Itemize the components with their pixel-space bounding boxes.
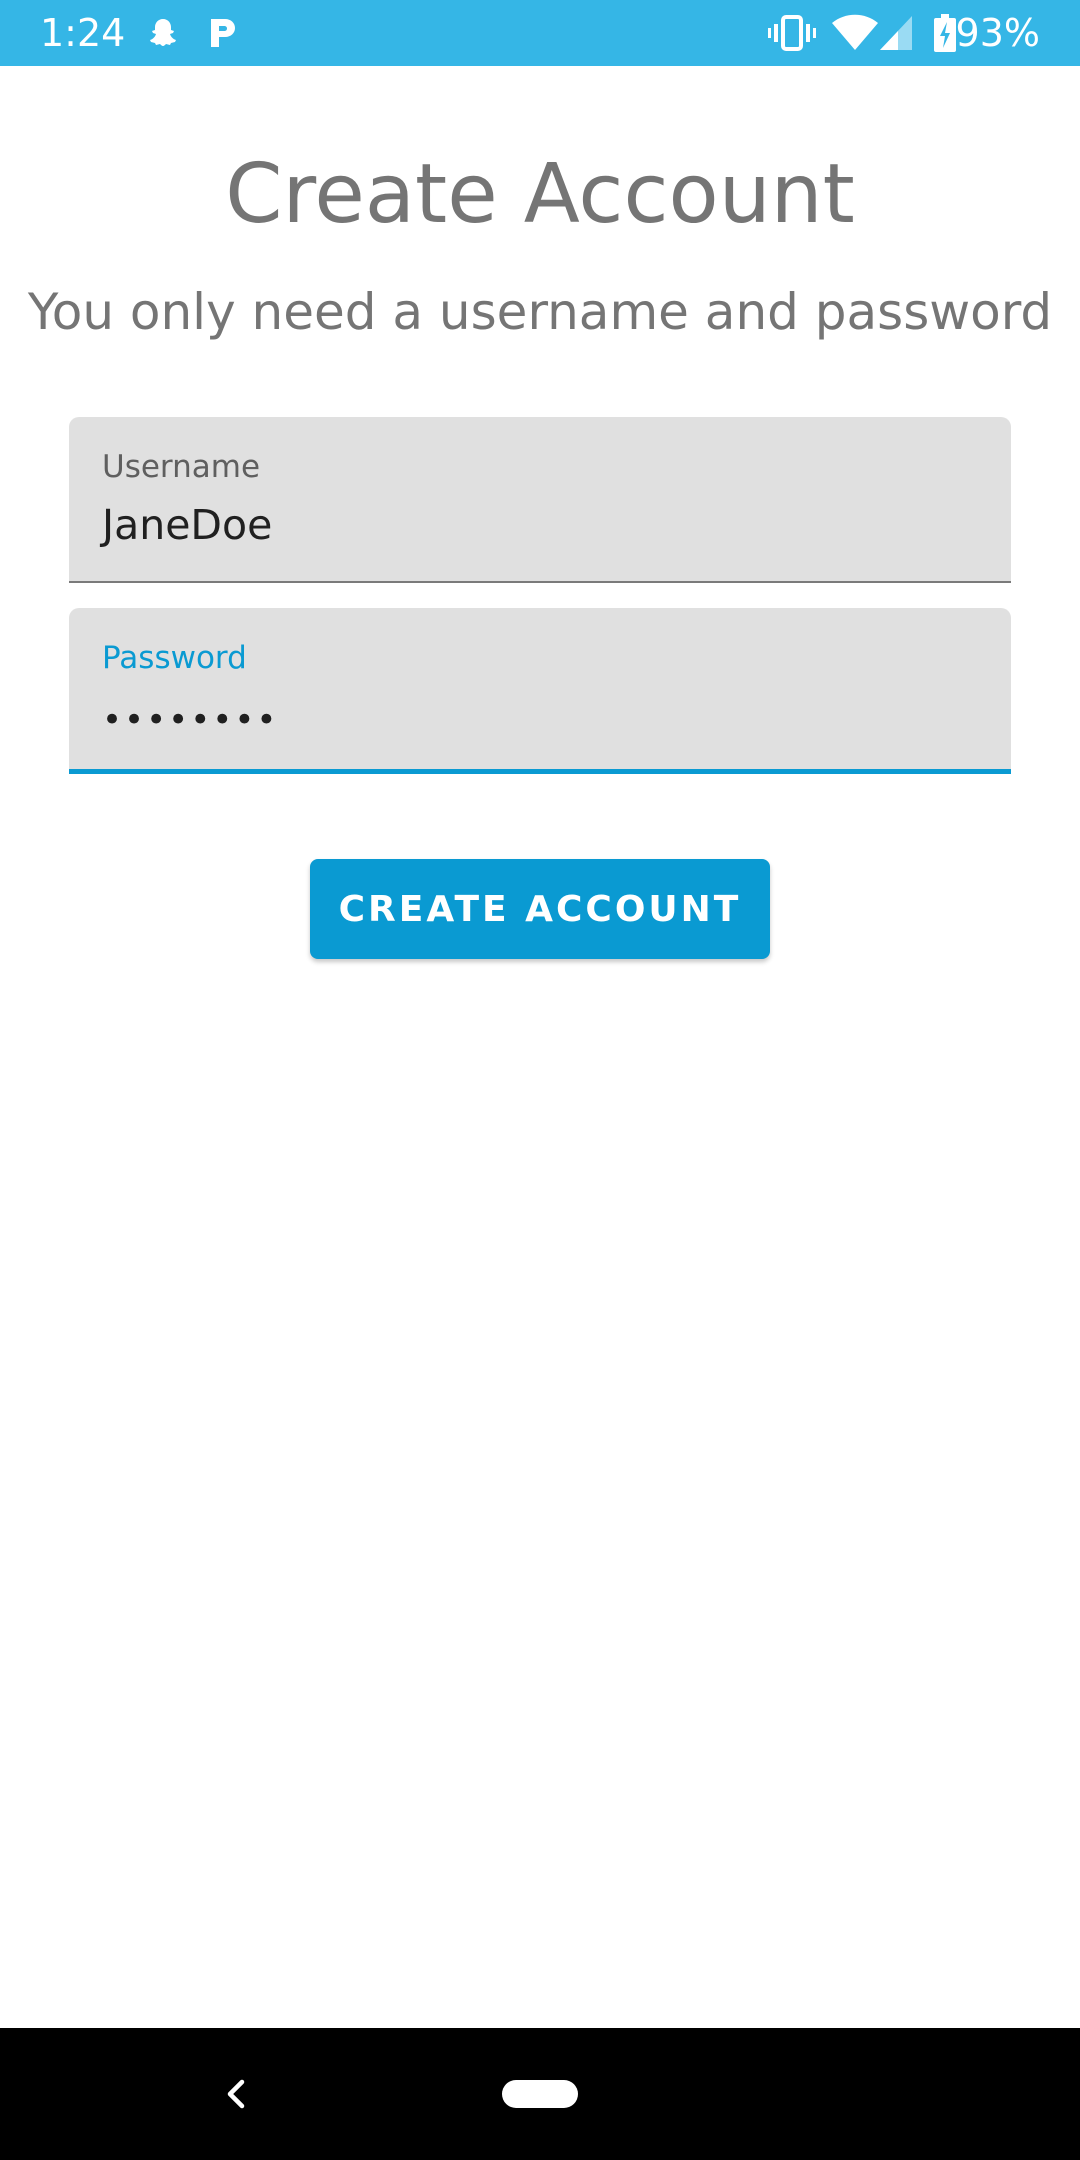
- battery-percent: 93%: [955, 11, 1040, 55]
- signal-icon: [880, 14, 914, 56]
- password-value[interactable]: ••••••••: [102, 694, 278, 746]
- username-field[interactable]: Username JaneDoe: [69, 417, 1011, 583]
- wifi-icon: [832, 14, 878, 56]
- pandora-icon: [206, 16, 240, 50]
- username-label: Username: [102, 449, 261, 485]
- password-label: Password: [102, 640, 247, 676]
- battery-charging-icon: [934, 14, 956, 56]
- create-account-screen: 1:24 93% Create Account You only need a …: [0, 0, 1080, 2160]
- status-time: 1:24: [40, 11, 126, 55]
- username-value[interactable]: JaneDoe: [102, 499, 272, 551]
- password-field[interactable]: Password ••••••••: [69, 608, 1011, 774]
- vibrate-icon: [768, 14, 816, 56]
- back-icon[interactable]: [218, 2072, 254, 2116]
- status-bar: 1:24 93%: [0, 0, 1080, 66]
- page-subtitle: You only need a username and password: [27, 283, 1053, 341]
- page-title: Create Account: [225, 147, 855, 242]
- create-account-button[interactable]: CREATE ACCOUNT: [310, 859, 770, 959]
- navigation-bar: [0, 2028, 1080, 2160]
- home-pill-icon[interactable]: [502, 2080, 578, 2108]
- snapchat-icon: [146, 16, 180, 50]
